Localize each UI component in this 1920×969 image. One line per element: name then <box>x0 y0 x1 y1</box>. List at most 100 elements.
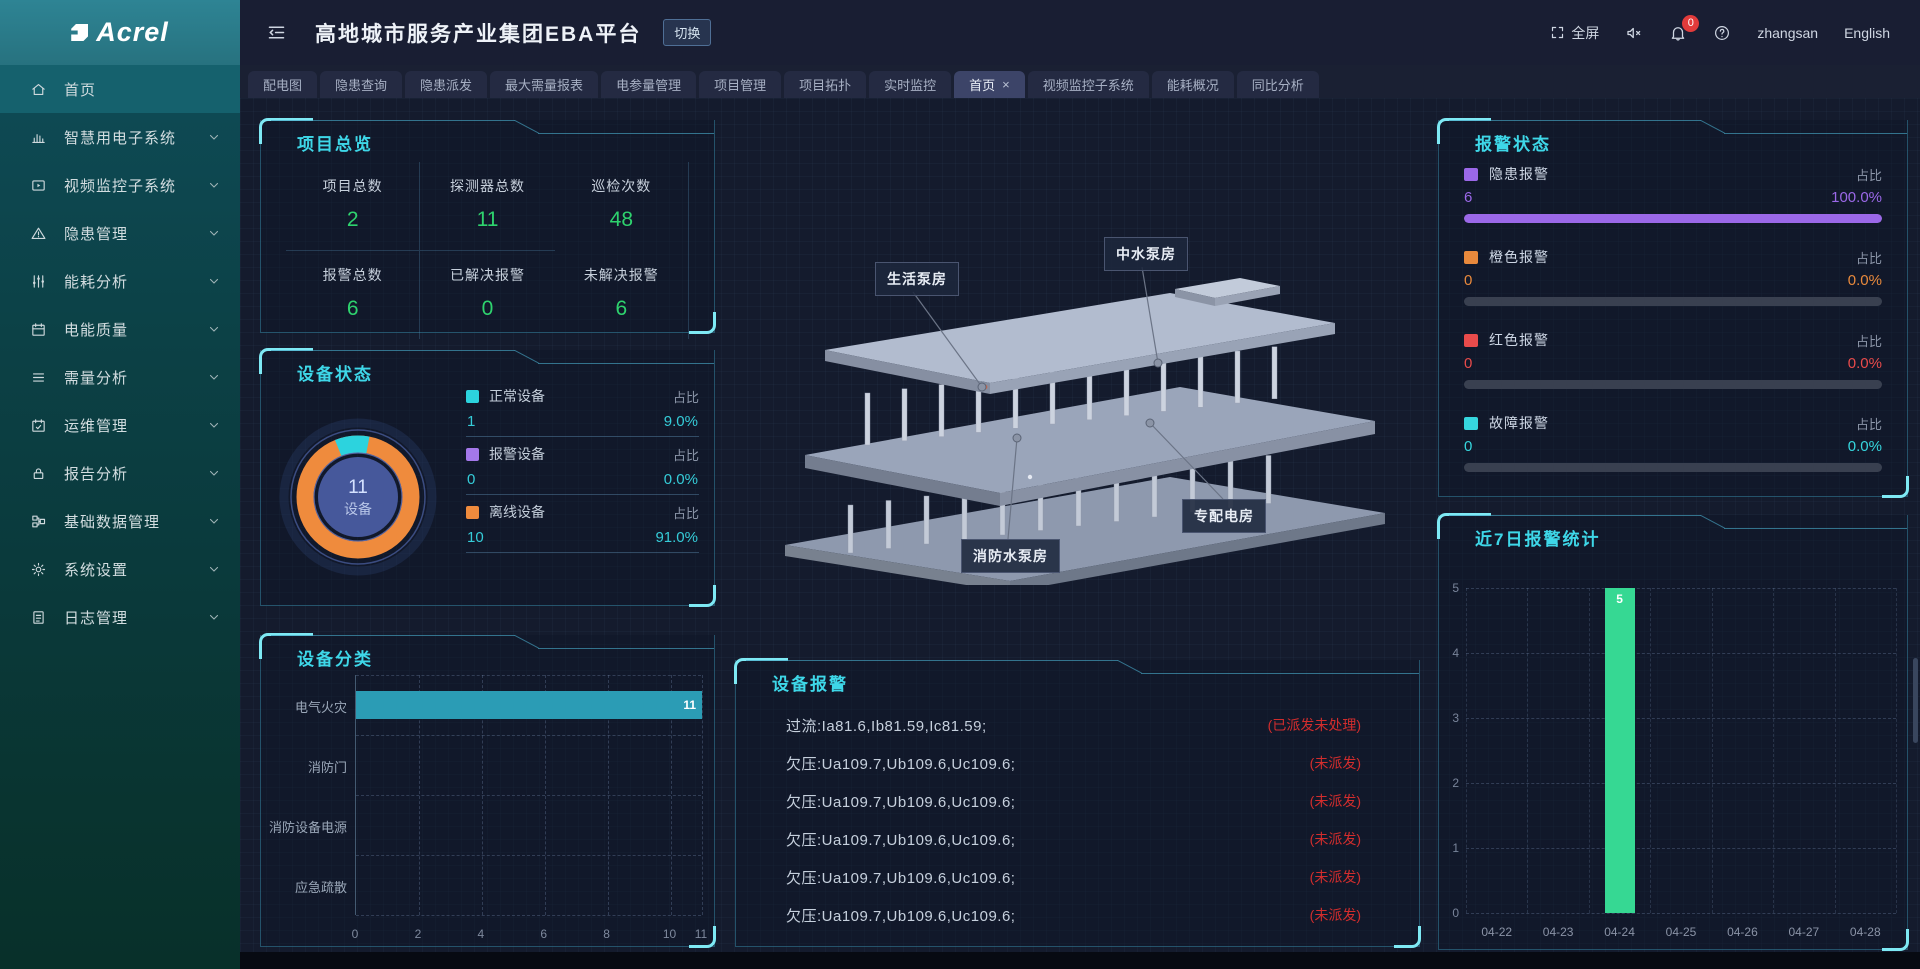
building-label: 专配电房 <box>1182 499 1266 533</box>
alarm-status-row: 红色报警 占比 0 0.0% <box>1464 330 1882 389</box>
fullscreen-button[interactable]: 全屏 <box>1550 23 1599 43</box>
building-3d-viewer[interactable]: 生活泵房 中水泵房 消防水泵房 专配电房 <box>730 225 1450 585</box>
building-labels: 生活泵房 中水泵房 消防水泵房 专配电房 <box>730 225 1450 585</box>
chevron-down-icon <box>208 515 220 527</box>
tab[interactable]: 隐患派发 <box>405 71 487 98</box>
panel-alarm-status: 报警状态 隐患报警 占比 6 100.0% <box>1438 120 1908 497</box>
legend-item: 报警设备 占比 0 0.0% <box>466 444 699 495</box>
legend-swatch <box>466 448 479 461</box>
building-label: 生活泵房 <box>875 262 959 296</box>
tab[interactable]: 能耗概况 <box>1152 71 1234 98</box>
alarm-status-badge: (未派发) <box>1310 867 1361 887</box>
tab[interactable]: 隐患查询 <box>320 71 402 98</box>
alarm-status-badge: (未派发) <box>1310 791 1361 811</box>
overview-stats: 项目总数 2 探测器总数 11 巡检次数 48 报警总数 6 已解决报警 0 <box>286 162 689 339</box>
notification-badge: 0 <box>1682 15 1699 32</box>
tab[interactable]: 项目管理 <box>699 71 781 98</box>
bottom-strip <box>240 952 1920 969</box>
sidebar-item[interactable]: 报告分析 <box>0 449 240 497</box>
chart-icon <box>30 129 50 146</box>
progress-track <box>1464 214 1882 223</box>
gear-icon <box>30 561 50 578</box>
switch-project-button[interactable]: 切换 <box>663 19 711 46</box>
header-actions: 全屏 0 zhangsan English <box>1550 23 1890 43</box>
progress-track <box>1464 463 1882 472</box>
legend-item: 离线设备 占比 10 91.0% <box>466 502 699 553</box>
panel-device-category: 设备分类 024681011电气火灾消防门消防设备电源应急疏散11 <box>260 635 715 947</box>
acrel-logo: Acrel <box>0 0 240 65</box>
sidebar-item[interactable]: 智慧用电子系统 <box>0 113 240 161</box>
progress-fill <box>1464 214 1882 223</box>
panel-title: 项目总览 <box>297 130 373 155</box>
tab[interactable]: 最大需量报表 <box>490 71 598 98</box>
alarm-row: 欠压:Ua109.7,Ub109.6,Uc109.6; (未派发) <box>786 858 1361 896</box>
language-switch[interactable]: English <box>1844 25 1890 41</box>
sidebar-item[interactable]: 日志管理 <box>0 593 240 641</box>
alarm-row: 欠压:Ua109.7,Ub109.6,Uc109.6; (未派发) <box>786 782 1361 820</box>
tab[interactable]: 配电图 <box>248 71 317 98</box>
page-title: 高地城市服务产业集团EBA平台 <box>315 18 641 48</box>
category-label: 消防设备电源 <box>227 817 347 836</box>
calendar-icon <box>30 321 50 338</box>
building-label: 中水泵房 <box>1104 237 1188 271</box>
username[interactable]: zhangsan <box>1757 25 1818 41</box>
tab-bar: 配电图 隐患查询 隐患派发 最大需量报表 电参量管理 项目管理 项目拓扑 <box>240 65 1920 98</box>
tab[interactable]: 项目拓扑 <box>784 71 866 98</box>
tab[interactable]: 视频监控子系统 <box>1028 71 1149 98</box>
close-icon[interactable]: × <box>1002 77 1010 92</box>
x-axis-label: 04-26 <box>1716 925 1768 939</box>
chevron-down-icon <box>208 227 220 239</box>
sidebar-item[interactable]: 隐患管理 <box>0 209 240 257</box>
stat-cell: 已解决报警 0 <box>420 251 554 339</box>
fullscreen-icon <box>1550 25 1565 40</box>
chevron-down-icon <box>208 371 220 383</box>
alarm-status-badge: (未派发) <box>1310 905 1361 925</box>
notifications-button[interactable]: 0 <box>1669 24 1687 42</box>
tab[interactable]: 电参量管理 <box>601 71 696 98</box>
alarm-status-row: 橙色报警 占比 0 0.0% <box>1464 247 1882 306</box>
category-label: 消防门 <box>227 757 347 776</box>
alarm-status-badge: (未派发) <box>1310 829 1361 849</box>
panel-title: 报警状态 <box>1475 130 1551 155</box>
legend-item: 正常设备 占比 1 9.0% <box>466 386 699 437</box>
scrollbar-thumb[interactable] <box>1913 658 1918 743</box>
sidebar-item[interactable]: 运维管理 <box>0 401 240 449</box>
chevron-down-icon <box>208 323 220 335</box>
x-axis-label: 04-24 <box>1594 925 1646 939</box>
chevron-down-icon <box>208 563 220 575</box>
chevron-down-icon <box>208 419 220 431</box>
status-swatch <box>1464 251 1478 264</box>
chevron-down-icon <box>208 467 220 479</box>
sidebar-item[interactable]: 需量分析 <box>0 353 240 401</box>
sidebar-collapse-icon[interactable] <box>266 22 287 43</box>
sidebar-item[interactable]: 电能质量 <box>0 305 240 353</box>
chevron-down-icon <box>208 131 220 143</box>
help-button[interactable] <box>1713 24 1731 42</box>
tab[interactable]: 首页 × <box>954 71 1025 98</box>
sidebar-item[interactable]: 首页 <box>0 65 240 113</box>
sidebar-item[interactable]: 视频监控子系统 <box>0 161 240 209</box>
panel-title: 设备报警 <box>772 670 848 695</box>
stat-cell: 未解决报警 6 <box>555 251 689 339</box>
category-label: 电气火灾 <box>227 697 347 716</box>
log-icon <box>30 609 50 626</box>
sidebar-item[interactable]: 能耗分析 <box>0 257 240 305</box>
sidebar-item[interactable]: 基础数据管理 <box>0 497 240 545</box>
tab[interactable]: 同比分析 <box>1237 71 1319 98</box>
x-axis-label: 04-22 <box>1471 925 1523 939</box>
sidebar-item[interactable]: 系统设置 <box>0 545 240 593</box>
report-icon <box>30 465 50 482</box>
svg-text:设备: 设备 <box>344 501 372 517</box>
stat-cell: 项目总数 2 <box>286 162 420 251</box>
chevron-down-icon <box>208 275 220 287</box>
panel-week-alarm: 近7日报警统计 01234504-2204-2304-2404-2504-260… <box>1438 515 1908 950</box>
app-header: Acrel 高地城市服务产业集团EBA平台 切换 全屏 0 zhangsan E <box>0 0 1920 65</box>
mute-icon[interactable] <box>1625 24 1643 42</box>
list-icon <box>30 369 50 386</box>
alarm-row: 欠压:Ua109.7,Ub109.6,Uc109.6; (未派发) <box>786 820 1361 858</box>
alarm-row: 过流:Ia81.6,Ib81.59,Ic81.59; (已派发未处理) <box>786 706 1361 744</box>
bar: 11 <box>356 691 702 719</box>
alarm-status-list: 隐患报警 占比 6 100.0% 橙色报警 <box>1464 164 1882 496</box>
tab[interactable]: 实时监控 <box>869 71 951 98</box>
category-label: 应急疏散 <box>227 877 347 896</box>
